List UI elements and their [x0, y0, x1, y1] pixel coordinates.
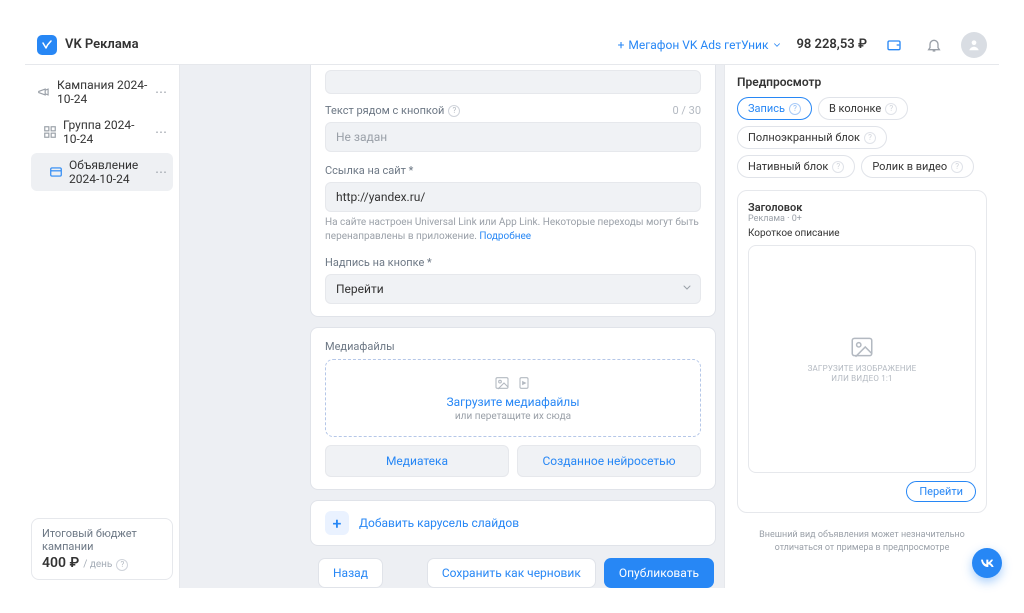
media-card: Медиафайлы Загрузите медиафайлы или пере… — [310, 327, 716, 490]
brand-icon — [37, 35, 57, 55]
media-dropzone[interactable]: Загрузите медиафайлы или перетащите их с… — [325, 359, 701, 437]
ad-icon — [49, 165, 63, 179]
tree-ad[interactable]: Объявление 2024-10-24 ⋯ — [31, 153, 173, 191]
dots-icon[interactable]: ⋯ — [155, 85, 167, 99]
tree-group[interactable]: Группа 2024-10-24 ⋯ — [31, 113, 173, 151]
save-draft-button[interactable]: Сохранить как черновик — [427, 558, 596, 588]
chip-post[interactable]: Запись? — [737, 97, 812, 120]
publish-button[interactable]: Опубликовать — [604, 558, 714, 588]
preview-description: Короткое описание — [748, 228, 976, 239]
preview-note: Внешний вид объявления может незначитель… — [737, 529, 987, 554]
preview-subtitle: Реклама · 0+ — [748, 214, 976, 224]
dots-icon[interactable]: ⋯ — [155, 125, 167, 139]
topbar-right: + Мегафон VK Ads гетУник 98 228,53 ₽ — [618, 32, 987, 58]
avatar[interactable] — [961, 32, 987, 58]
image-icon — [849, 334, 875, 360]
sidebar: Кампания 2024-10-24 ⋯ Группа 2024-10-24 … — [25, 65, 180, 588]
text-near-button-input[interactable] — [325, 122, 701, 152]
collapsed-gutter — [180, 65, 310, 588]
ai-generated-button[interactable]: Созданное нейросетью — [517, 445, 701, 477]
preview-heading: Предпросмотр — [737, 75, 987, 89]
budget-per: / день — [83, 559, 112, 570]
chip-column[interactable]: В колонке? — [818, 97, 908, 120]
dropzone-sub: или перетащите их сюда — [455, 411, 571, 422]
dots-icon[interactable]: ⋯ — [155, 165, 167, 179]
video-icon — [516, 375, 532, 391]
tree-campaign[interactable]: Кампания 2024-10-24 ⋯ — [31, 73, 173, 111]
text-near-button-counter: 0 / 30 — [672, 104, 701, 117]
back-button[interactable]: Назад — [318, 558, 383, 588]
media-library-button[interactable]: Медиатека — [325, 445, 509, 477]
chip-fullscreen[interactable]: Полноэкранный блок? — [737, 126, 887, 149]
preview-title: Заголовок — [748, 201, 976, 214]
tree-ad-label: Объявление 2024-10-24 — [69, 158, 149, 186]
account-selector[interactable]: + Мегафон VK Ads гетУник — [618, 38, 783, 52]
dropzone-icons — [494, 375, 532, 391]
budget-label: Итоговый бюджет кампании — [42, 527, 162, 553]
preview-media-placeholder: ЗАГРУЗИТЕ ИЗОБРАЖЕНИЕ ИЛИ ВИДЕО 1:1 — [748, 245, 976, 473]
megaphone-icon — [37, 85, 51, 99]
preview-pane: Предпросмотр Запись? В колонке? Полноэкр… — [724, 65, 999, 588]
vk-fab[interactable] — [972, 548, 1002, 578]
bell-icon[interactable] — [921, 32, 947, 58]
prev-field-tail[interactable] — [325, 70, 701, 94]
footer: Назад Сохранить как черновик Опубликоват… — [310, 550, 724, 588]
add-carousel-label: Добавить карусель слайдов — [359, 516, 519, 530]
button-caption-select[interactable] — [325, 274, 701, 304]
balance: 98 228,53 ₽ — [796, 37, 867, 52]
text-near-button-label: Текст рядом с кнопкой — [325, 104, 444, 117]
grid-icon — [43, 125, 57, 139]
budget-box: Итоговый бюджет кампании 400 ₽ / день ? — [31, 518, 173, 580]
site-link-help: На сайте настроен Universal Link или App… — [325, 216, 701, 244]
media-label: Медиафайлы — [325, 340, 701, 353]
wallet-icon[interactable] — [881, 32, 907, 58]
button-caption-label: Надпись на кнопке * — [325, 256, 432, 269]
brand-text: VK Реклама — [65, 37, 139, 52]
site-link-more[interactable]: Подробнее — [479, 231, 531, 242]
brand: VK Реклама — [37, 35, 139, 55]
preview-card: Заголовок Реклама · 0+ Короткое описание… — [737, 190, 987, 513]
plus-icon: + — [325, 511, 349, 535]
image-icon — [494, 375, 510, 391]
dropzone-title: Загрузите медиафайлы — [446, 395, 579, 409]
topbar: VK Реклама + Мегафон VK Ads гетУник 98 2… — [25, 25, 999, 65]
site-link-label: Ссылка на сайт * — [325, 164, 413, 177]
tree-group-label: Группа 2024-10-24 — [63, 118, 149, 146]
chevron-down-icon — [772, 40, 782, 50]
preview-cta[interactable]: Перейти — [906, 481, 976, 502]
chip-native[interactable]: Нативный блок? — [737, 155, 855, 178]
site-link-input[interactable] — [325, 182, 701, 212]
add-carousel-card[interactable]: + Добавить карусель слайдов — [310, 500, 716, 546]
budget-value: 400 ₽ — [42, 555, 79, 571]
form-card-main: Текст рядом с кнопкой ? 0 / 30 Ссылка на… — [310, 65, 716, 317]
tree-campaign-label: Кампания 2024-10-24 — [57, 78, 149, 106]
info-icon[interactable]: ? — [116, 559, 128, 571]
chip-video[interactable]: Ролик в видео? — [861, 155, 974, 178]
info-icon[interactable]: ? — [448, 105, 460, 117]
